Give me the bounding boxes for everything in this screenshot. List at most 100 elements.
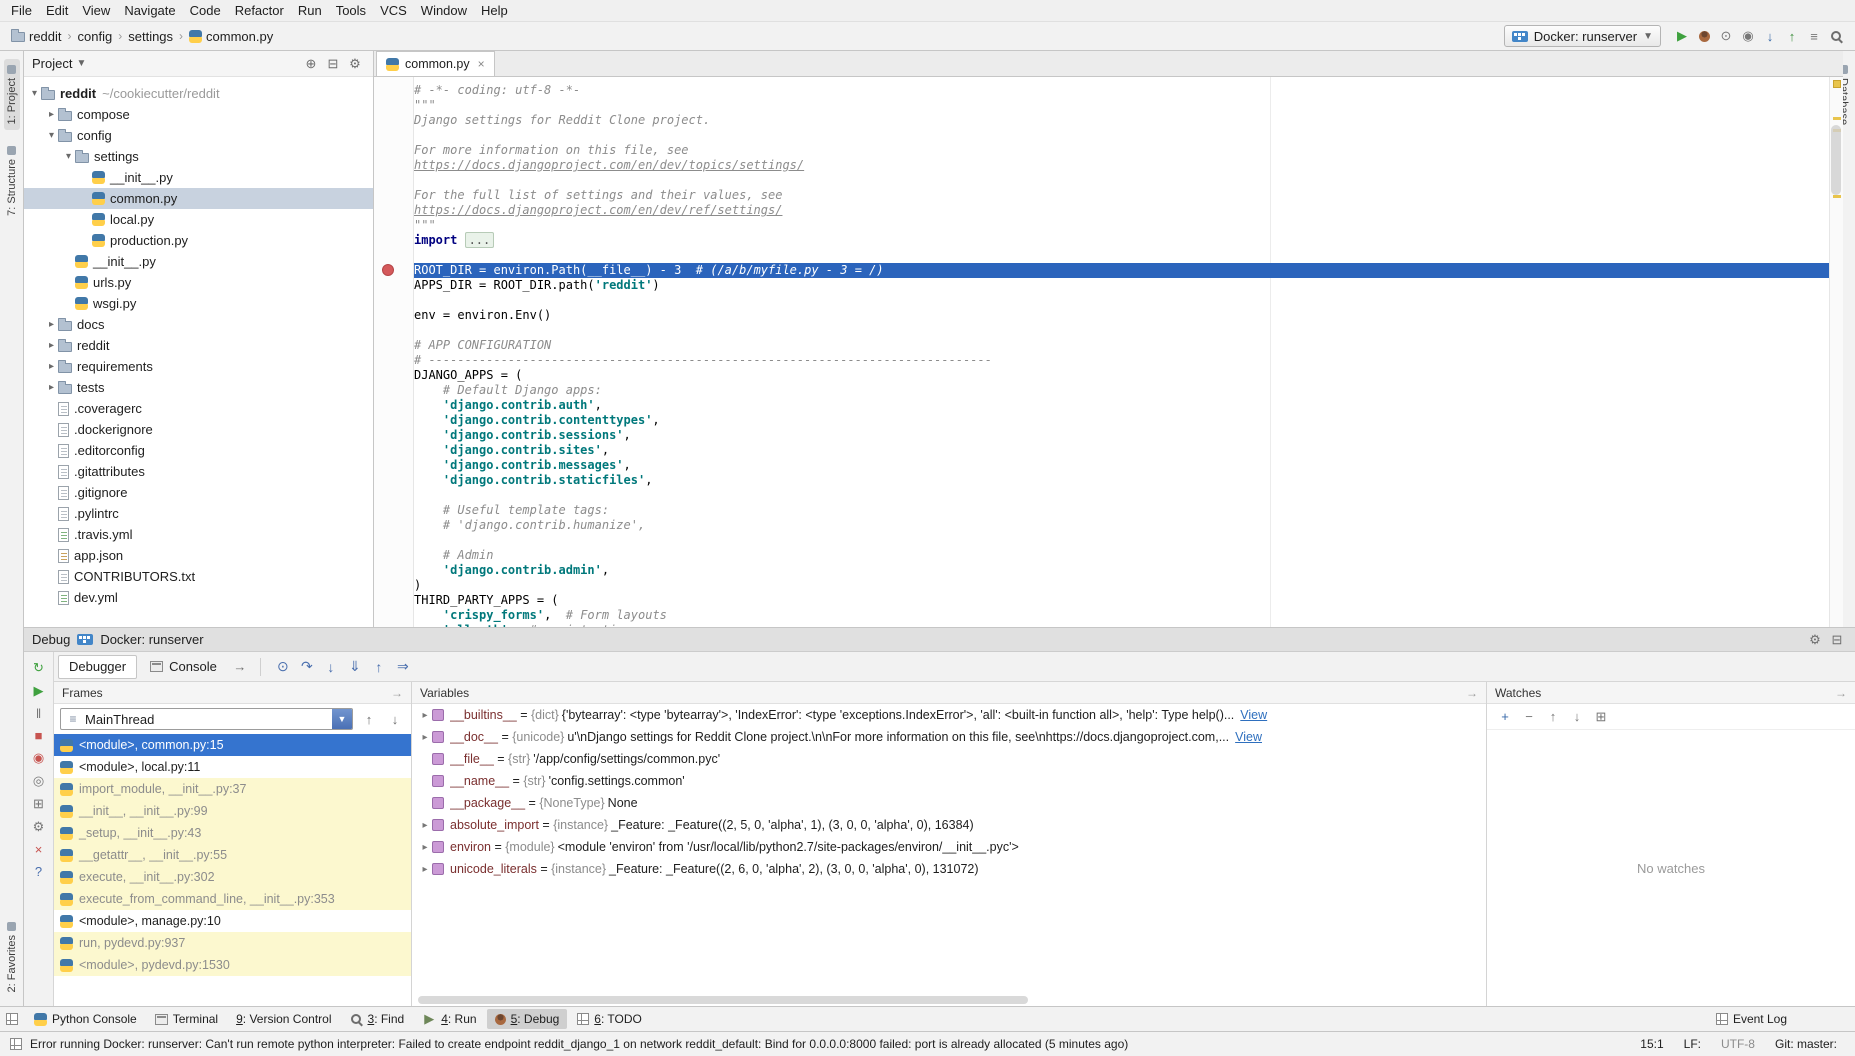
toolwindow-button-terminal[interactable]: Terminal (147, 1009, 226, 1029)
step-into-button[interactable]: ↓ (319, 659, 343, 675)
tree-item-pylintrc[interactable]: .pylintrc (24, 503, 373, 524)
help-button[interactable]: ? (30, 864, 48, 879)
tree-item-settings[interactable]: ▾settings (24, 146, 373, 167)
frame-row[interactable]: execute, __init__.py:302 (54, 866, 411, 888)
tree-item-coveragerc[interactable]: .coveragerc (24, 398, 373, 419)
frame-row[interactable]: execute_from_command_line, __init__.py:3… (54, 888, 411, 910)
expand-arrow-icon[interactable]: ▸ (418, 842, 432, 853)
expand-arrow-icon[interactable]: ▸ (45, 319, 58, 330)
step-over-button[interactable]: ↷ (295, 658, 319, 675)
caret-position[interactable]: 15:1 (1640, 1037, 1663, 1051)
panel-menu-icon[interactable]: → (1466, 686, 1478, 700)
menu-item-code[interactable]: Code (183, 1, 228, 20)
toolwindow-button-3-find[interactable]: 3: Find (342, 1009, 413, 1029)
toolwindow-button-9-version-control[interactable]: 9: Version Control (228, 1009, 339, 1029)
tree-item-docs[interactable]: ▸docs (24, 314, 373, 335)
expand-arrow-icon[interactable]: ▸ (45, 109, 58, 120)
breadcrumb-item-config[interactable]: config (75, 28, 116, 45)
breadcrumb-item-reddit[interactable]: reddit (8, 28, 65, 45)
menu-item-refactor[interactable]: Refactor (228, 1, 291, 20)
tree-item-dev-yml[interactable]: dev.yml (24, 587, 373, 608)
tree-item-gitattributes[interactable]: .gitattributes (24, 461, 373, 482)
code-area[interactable]: # -*- coding: utf-8 -*-"""Django setting… (414, 77, 1829, 627)
tree-item-travis-yml[interactable]: .travis.yml (24, 524, 373, 545)
frame-row[interactable]: run, pydevd.py:937 (54, 932, 411, 954)
remove-watch-button[interactable]: − (1519, 709, 1539, 724)
menu-item-window[interactable]: Window (414, 1, 474, 20)
expand-arrow-icon[interactable]: ▸ (418, 732, 432, 743)
stop-button[interactable]: ■ (30, 728, 48, 743)
debug-button[interactable] (1693, 25, 1715, 47)
show-execution-point-button[interactable]: ⊙ (271, 658, 295, 675)
tab-overflow-icon[interactable]: → (230, 659, 250, 674)
status-message[interactable]: Error running Docker: runserver: Can't r… (30, 1037, 1128, 1051)
run-to-cursor-button[interactable]: ⇒ (391, 658, 415, 675)
tree-item-editorconfig[interactable]: .editorconfig (24, 440, 373, 461)
debug-tab-debugger[interactable]: Debugger (58, 655, 137, 679)
tree-item-wsgi-py[interactable]: wsgi.py (24, 293, 373, 314)
profiler-button[interactable]: ◉ (1737, 25, 1759, 47)
variable-row[interactable]: ▸unicode_literals = {instance}_Feature: … (412, 858, 1486, 880)
add-watch-button[interactable]: + (1495, 709, 1515, 724)
vcs-branch[interactable]: Git: master: (1775, 1037, 1837, 1051)
frame-row[interactable]: import_module, __init__.py:37 (54, 778, 411, 800)
tree-item-dockerignore[interactable]: .dockerignore (24, 419, 373, 440)
settings-button[interactable]: ⚙ (1805, 632, 1825, 648)
line-separator[interactable]: LF: (1684, 1037, 1701, 1051)
expand-arrow-icon[interactable]: ▸ (418, 864, 432, 875)
step-out-button[interactable]: ↑ (367, 659, 391, 675)
tree-item-requirements[interactable]: ▸requirements (24, 356, 373, 377)
tree-item-gitignore[interactable]: .gitignore (24, 482, 373, 503)
run-button[interactable]: ▶ (1671, 25, 1693, 47)
variables-scrollbar[interactable] (418, 996, 1028, 1004)
run-button[interactable]: ▶ (1672, 28, 1692, 44)
variable-row[interactable]: ▸__doc__ = {unicode}u'\nDjango settings … (412, 726, 1486, 748)
editor-scrollbar[interactable] (1831, 125, 1841, 195)
tree-item-init-py[interactable]: __init__.py (24, 251, 373, 272)
expand-arrow-icon[interactable]: ▸ (418, 710, 432, 721)
expand-arrow-icon[interactable]: ▸ (45, 361, 58, 372)
toolwindow-switcher-icon[interactable] (6, 1013, 18, 1025)
variable-row[interactable]: ▸__builtins__ = {dict}{'bytearray': <typ… (412, 704, 1486, 726)
settings-button[interactable]: ⚙ (345, 56, 365, 72)
menu-item-run[interactable]: Run (291, 1, 329, 20)
variable-row[interactable]: __file__ = {str}'/app/config/settings/co… (412, 748, 1486, 770)
expand-arrow-icon[interactable]: ▾ (45, 130, 58, 141)
breadcrumb-item-settings[interactable]: settings (125, 28, 176, 45)
tree-item-urls-py[interactable]: urls.py (24, 272, 373, 293)
panel-menu-icon[interactable]: → (1835, 686, 1847, 700)
menu-item-tools[interactable]: Tools (329, 1, 373, 20)
thread-selector[interactable]: ≡ MainThread ▼ (60, 708, 353, 730)
locate-button[interactable]: ⊕ (301, 56, 321, 72)
inspection-indicator-icon[interactable] (1833, 80, 1841, 88)
tree-item-production-py[interactable]: production.py (24, 230, 373, 251)
toolwindow-button-4-run[interactable]: ▶4: Run (414, 1008, 484, 1030)
move-watch-down-button[interactable]: ↓ (1567, 709, 1587, 724)
frame-row[interactable]: <module>, local.py:11 (54, 756, 411, 778)
menu-item-navigate[interactable]: Navigate (117, 1, 182, 20)
close-tab-icon[interactable]: × (478, 57, 485, 71)
hide-window-button[interactable]: ⊟ (1827, 632, 1847, 648)
previous-frame-button[interactable]: ↑ (359, 712, 379, 727)
warning-mark[interactable] (1833, 117, 1841, 120)
chevron-down-icon[interactable]: ▼ (332, 709, 352, 729)
expand-arrow-icon[interactable]: ▾ (28, 88, 41, 99)
move-watch-up-button[interactable]: ↑ (1543, 709, 1563, 724)
debug-tab-console[interactable]: Console (139, 655, 228, 679)
tree-item-compose[interactable]: ▸compose (24, 104, 373, 125)
file-encoding[interactable]: UTF-8 (1721, 1037, 1755, 1051)
debug-settings-button[interactable]: ⚙ (30, 819, 48, 835)
variable-row[interactable]: ▸absolute_import = {instance}_Feature: _… (412, 814, 1486, 836)
variable-row[interactable]: __package__ = {NoneType}None (412, 792, 1486, 814)
run-with-coverage-button[interactable]: ⊙ (1715, 25, 1737, 47)
tree-item-config[interactable]: ▾config (24, 125, 373, 146)
duplicate-watch-button[interactable]: ⊞ (1591, 709, 1611, 725)
toolwindow-switcher-icon[interactable] (10, 1038, 22, 1050)
next-frame-button[interactable]: ↓ (385, 712, 405, 727)
resume-button[interactable]: ▶ (30, 683, 48, 699)
menu-item-edit[interactable]: Edit (39, 1, 75, 20)
view-link[interactable]: View (1235, 730, 1262, 744)
tree-item-reddit[interactable]: ▾reddit~/cookiecutter/reddit (24, 83, 373, 104)
tree-item-common-py[interactable]: common.py (24, 188, 373, 209)
commit-changes-button[interactable]: ↑ (1782, 29, 1802, 44)
